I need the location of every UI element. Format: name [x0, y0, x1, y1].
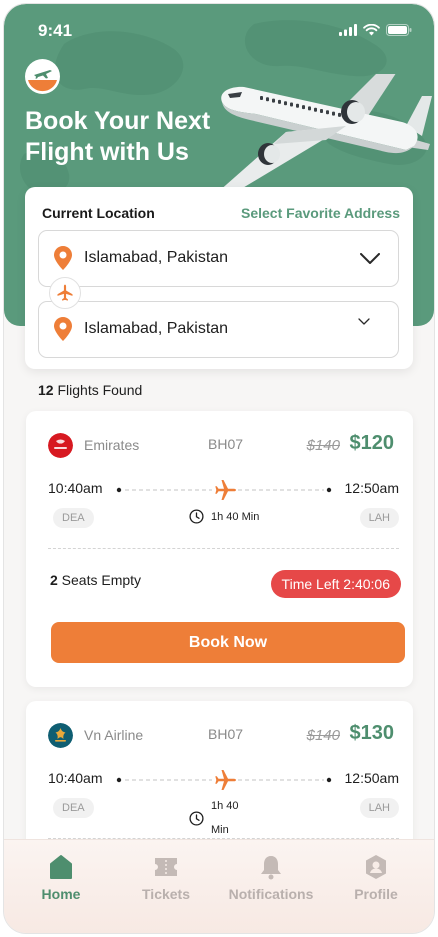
app-screen: 9:41 Book Your Next Flight with Us Curre… — [4, 4, 434, 933]
bottom-tab-bar: Home Tickets Notifications Profile — [4, 839, 434, 933]
tab-tickets-label: Tickets — [142, 886, 190, 902]
tab-profile[interactable]: Profile — [321, 854, 431, 904]
flights-found-count: 12 Flights Found — [38, 382, 142, 398]
departure-airport: DEA — [53, 508, 94, 528]
route-line — [116, 480, 332, 500]
wifi-icon — [363, 24, 380, 36]
current-location-label: Current Location — [42, 205, 155, 221]
flight-duration: 1h 40 Min — [189, 794, 239, 842]
to-location-select[interactable]: Islamabad, Pakistan — [38, 301, 399, 358]
flights-found-label: Flights Found — [53, 382, 143, 398]
hero-title: Book Your Next Flight with Us — [25, 106, 235, 168]
status-time: 9:41 — [38, 21, 73, 40]
flight-duration: 1h 40 Min — [189, 509, 259, 524]
flight-card[interactable]: Emirates BH07 $140 $120 10:40am 12:50am … — [26, 411, 413, 687]
time-left-value: 2:40:06 — [343, 576, 390, 592]
location-search-card: Current Location Select Favorite Address… — [25, 187, 413, 369]
clock-icon — [189, 810, 204, 826]
discounted-price: $130 — [349, 722, 395, 744]
arrival-time: 12:50am — [344, 480, 399, 496]
airplane-icon — [215, 770, 236, 790]
hero-title-line2: Flight with Us — [25, 138, 189, 166]
home-icon — [50, 855, 72, 879]
vn-airline-logo — [48, 723, 73, 748]
ticket-icon — [155, 858, 177, 876]
battery-icon — [386, 24, 412, 36]
flight-code: BH07 — [208, 436, 244, 452]
seats-label: Seats Empty — [57, 572, 142, 588]
to-location-value: Islamabad, Pakistan — [84, 320, 229, 337]
status-icons — [339, 24, 412, 36]
divider — [48, 548, 399, 549]
discounted-price: $120 — [349, 432, 395, 454]
swap-locations-button[interactable] — [49, 277, 81, 309]
arrival-time: 12:50am — [344, 770, 399, 786]
airplane-illustration — [218, 74, 432, 192]
chevron-down-icon[interactable] — [358, 318, 370, 326]
time-left-badge: Time Left 2:40:06 — [270, 570, 401, 598]
profile-icon — [366, 855, 386, 879]
airplane-icon — [215, 480, 236, 500]
tab-home-label: Home — [41, 886, 81, 902]
location-pin-icon — [54, 246, 72, 270]
time-left-label: Time Left — [281, 576, 340, 592]
tab-notifications[interactable]: Notifications — [216, 854, 326, 904]
tab-profile-label: Profile — [354, 886, 398, 902]
flights-found-number: 12 — [38, 382, 54, 398]
clock-icon — [189, 509, 204, 524]
hero-title-line1: Book Your Next — [25, 107, 211, 135]
arrival-airport: LAH — [359, 798, 399, 818]
departure-time: 10:40am — [48, 480, 103, 496]
emirates-logo — [48, 433, 73, 458]
app-logo — [25, 59, 60, 94]
airline-name: Vn Airline — [84, 727, 144, 743]
bell-icon — [261, 856, 281, 880]
from-location-value: Islamabad, Pakistan — [84, 249, 229, 266]
departure-time: 10:40am — [48, 770, 103, 786]
departure-airport: DEA — [53, 798, 94, 818]
chevron-down-icon[interactable] — [360, 253, 380, 265]
select-favorite-address-link[interactable]: Select Favorite Address — [241, 205, 400, 221]
arrival-airport: LAH — [359, 508, 399, 528]
tab-notifications-label: Notifications — [228, 886, 314, 902]
seats-count: 2 — [50, 572, 58, 588]
airplane-icon — [57, 284, 73, 301]
original-price: $140 — [306, 727, 340, 744]
tab-home[interactable]: Home — [6, 854, 116, 904]
flight-code: BH07 — [208, 726, 244, 742]
seats-available: 2 Seats Empty — [50, 572, 141, 588]
duration-text: 1h 40 Min — [211, 510, 260, 523]
route-line — [116, 770, 332, 790]
signal-icon — [339, 24, 357, 36]
duration-text: 1h 40 Min — [211, 794, 239, 842]
from-location-select[interactable]: Islamabad, Pakistan — [38, 230, 399, 287]
book-now-button[interactable]: Book Now — [51, 622, 405, 663]
status-bar: 9:41 — [4, 18, 434, 44]
duration-line1: 1h 40 — [211, 800, 239, 812]
tab-tickets[interactable]: Tickets — [111, 854, 221, 904]
original-price: $140 — [306, 437, 340, 454]
location-pin-icon — [54, 317, 72, 341]
airline-name: Emirates — [84, 437, 140, 453]
